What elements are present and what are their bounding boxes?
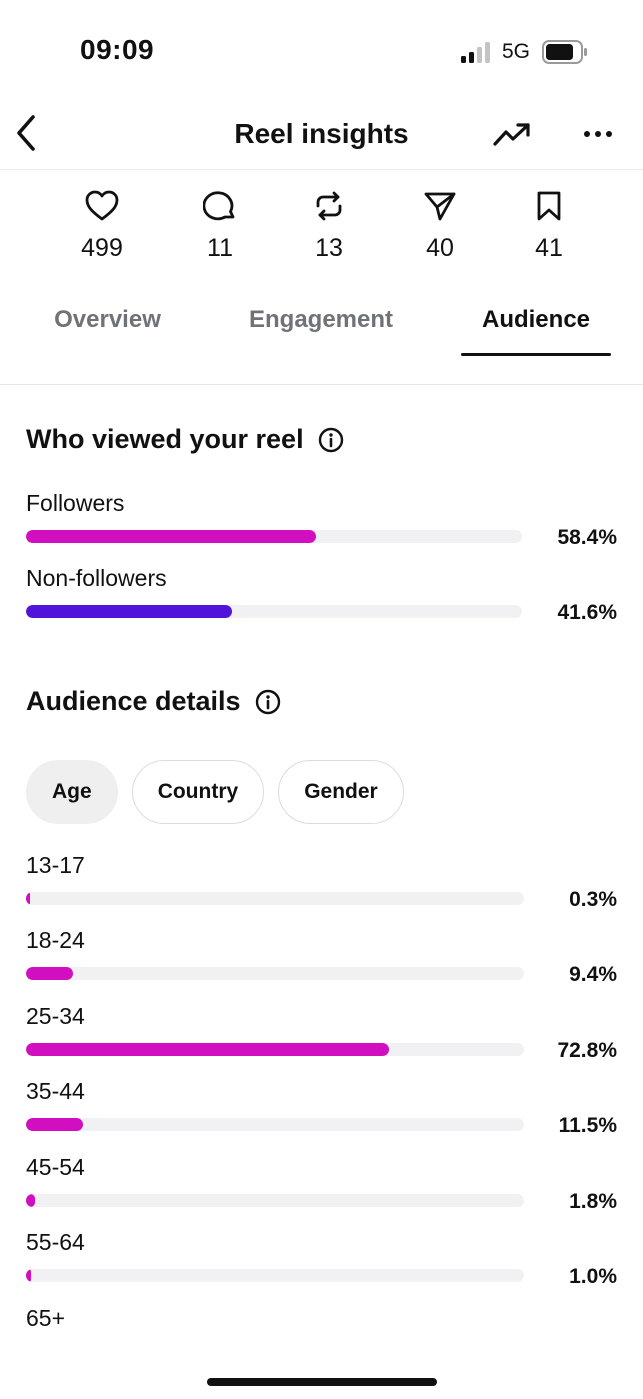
comments-count: 11 bbox=[207, 234, 233, 262]
comment-icon bbox=[203, 191, 235, 221]
viewer-label: Non-followers bbox=[26, 565, 167, 591]
age-group-percent: 9.4% bbox=[569, 963, 617, 987]
metric-likes: 499 bbox=[62, 190, 142, 263]
metric-comments: 11 bbox=[180, 190, 260, 263]
repost-icon bbox=[316, 191, 342, 221]
reposts-count: 13 bbox=[315, 234, 343, 262]
age-group-label: 35-44 bbox=[26, 1078, 85, 1105]
age-group-label: 45-54 bbox=[26, 1153, 85, 1180]
viewer-percent: 41.6% bbox=[557, 601, 617, 624]
info-icon[interactable] bbox=[318, 427, 344, 453]
home-indicator bbox=[207, 1378, 437, 1386]
likes-count: 499 bbox=[81, 234, 123, 262]
age-group-bar-fill bbox=[26, 1042, 389, 1056]
chip-age[interactable]: Age bbox=[26, 760, 118, 824]
viewer-bar-track bbox=[26, 605, 522, 618]
age-group-percent: 1.0% bbox=[569, 1265, 617, 1288]
engagement-metrics: 499 11 13 40 41 bbox=[0, 190, 643, 280]
more-button[interactable] bbox=[578, 112, 618, 156]
age-group-label: 13-17 bbox=[26, 852, 85, 878]
heart-icon bbox=[85, 190, 119, 221]
cellular-signal-icon bbox=[461, 42, 490, 63]
viewers-section-title: Who viewed your reel bbox=[26, 424, 344, 455]
audience-section-title: Audience details bbox=[26, 686, 281, 717]
chip-country[interactable]: Country bbox=[131, 760, 265, 824]
trend-button[interactable] bbox=[490, 112, 534, 156]
age-group-bar-track bbox=[26, 1042, 524, 1056]
status-time: 09:09 bbox=[80, 34, 155, 65]
saves-count: 41 bbox=[535, 234, 563, 262]
age-group-bar-track bbox=[26, 1118, 524, 1132]
age-group-bar-fill bbox=[26, 1269, 31, 1282]
age-group-bar-fill bbox=[26, 1193, 35, 1207]
more-horizontal-icon bbox=[584, 131, 612, 137]
insights-tabs: Overview Engagement Audience bbox=[0, 300, 643, 385]
viewer-bar-fill bbox=[26, 605, 233, 618]
age-group-percent: 72.8% bbox=[557, 1038, 617, 1062]
bookmark-icon bbox=[537, 191, 561, 221]
age-label-partial: 65+ bbox=[26, 1305, 66, 1331]
metric-reposts: 13 bbox=[289, 190, 369, 263]
share-icon bbox=[424, 192, 456, 221]
tab-overview[interactable]: Overview bbox=[40, 304, 175, 336]
age-group-bar-track bbox=[26, 1269, 524, 1282]
age-group-percent: 11.5% bbox=[558, 1114, 617, 1138]
viewer-label: Followers bbox=[26, 490, 125, 516]
trending-up-icon bbox=[493, 123, 530, 146]
chip-gender[interactable]: Gender bbox=[278, 760, 404, 824]
age-group-percent: 0.3% bbox=[569, 888, 617, 911]
viewers-title-text: Who viewed your reel bbox=[26, 424, 304, 454]
active-tab-indicator bbox=[461, 353, 611, 356]
age-group-label: 25-34 bbox=[26, 1002, 85, 1029]
viewer-bar-track bbox=[26, 530, 522, 543]
age-group-label: 18-24 bbox=[26, 927, 85, 954]
metric-shares: 40 bbox=[400, 190, 480, 263]
age-group-bar-fill bbox=[26, 892, 30, 905]
age-group-label: 55-64 bbox=[26, 1229, 85, 1255]
tab-engagement[interactable]: Engagement bbox=[248, 304, 394, 336]
audience-title-text: Audience details bbox=[26, 686, 241, 716]
shares-count: 40 bbox=[426, 234, 454, 262]
age-group-bar-fill bbox=[26, 967, 73, 981]
age-group-bar-fill bbox=[26, 1118, 84, 1132]
info-icon[interactable] bbox=[255, 689, 281, 715]
status-bar: 09:09 5G bbox=[0, 0, 643, 100]
viewer-bar-fill bbox=[26, 530, 316, 543]
age-group-percent: 1.8% bbox=[569, 1189, 617, 1213]
age-group-bar-track bbox=[26, 1193, 524, 1207]
age-group-bar-track bbox=[26, 967, 524, 981]
page-title: Reel insights bbox=[234, 118, 409, 149]
header: Reel insights bbox=[0, 100, 643, 170]
tab-audience[interactable]: Audience bbox=[461, 304, 611, 336]
battery-icon bbox=[542, 40, 587, 64]
network-type: 5G bbox=[502, 40, 531, 63]
metric-saves: 41 bbox=[509, 190, 589, 263]
audience-filter-chips: Age Country Gender bbox=[26, 760, 404, 824]
viewer-percent: 58.4% bbox=[557, 526, 617, 549]
age-group-bar-track bbox=[26, 892, 524, 905]
